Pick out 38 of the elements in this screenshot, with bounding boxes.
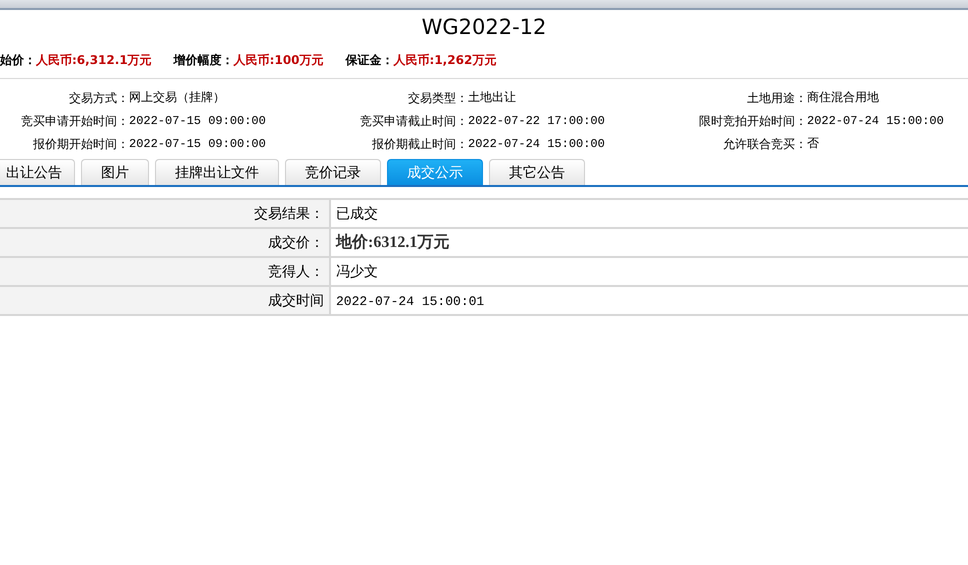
- info-label: 允许联合竞买：: [722, 136, 807, 153]
- info-value: 否: [807, 136, 820, 153]
- field-label: 成交时间: [0, 286, 330, 315]
- info-value: 网上交易（挂牌）: [129, 90, 226, 107]
- info-value: 2022-07-22 17:00:00: [468, 113, 606, 130]
- page-title: WG2022-12: [420, 14, 548, 41]
- term-label: 增价幅度：: [174, 52, 234, 68]
- info-label: 交易类型：: [407, 90, 468, 107]
- term-value: 人民币:100万元: [234, 52, 324, 68]
- info-label: 报价期截止时间：: [371, 136, 468, 153]
- term-value: 人民币:1,262万元: [394, 52, 496, 68]
- info-value: 2022-07-15 09:00:00: [129, 136, 267, 153]
- field-value: 已成交: [330, 199, 968, 228]
- info-label: 交易方式：: [68, 90, 129, 107]
- info-label: 竞买申请截止时间：: [359, 113, 468, 130]
- info-value: 2022-07-24 15:00:00: [468, 136, 606, 153]
- term-label: 始价：: [0, 52, 36, 68]
- tab[interactable]: 挂牌出让文件: [155, 159, 279, 185]
- info-label: 土地用途：: [746, 90, 807, 107]
- info-label: 限时竞拍开始时间：: [698, 113, 807, 130]
- term-label: 保证金：: [346, 52, 394, 68]
- tab[interactable]: 图片: [81, 159, 149, 185]
- tab[interactable]: 出让公告: [0, 159, 75, 185]
- field-value: 冯少文: [330, 257, 968, 286]
- field-value: 地价:6312.1万元: [330, 228, 968, 257]
- field-value: 2022-07-24 15:00:01: [330, 286, 968, 315]
- info-label: 报价期开始时间：: [32, 136, 129, 153]
- info-value: 商住混合用地: [807, 90, 880, 107]
- term-value: 人民币:6,312.1万元: [36, 52, 152, 68]
- info-value: 2022-07-15 09:00:00: [129, 113, 267, 130]
- info-value: 2022-07-24 15:00:00: [807, 113, 945, 130]
- info-label: 竞买申请开始时间：: [20, 113, 129, 130]
- tab[interactable]: 其它公告: [489, 159, 585, 185]
- field-label: 交易结果：: [0, 199, 330, 228]
- field-label: 成交价：: [0, 228, 330, 257]
- info-value: 土地出让: [468, 90, 517, 107]
- tab[interactable]: 竞价记录: [285, 159, 381, 185]
- field-label: 竞得人：: [0, 257, 330, 286]
